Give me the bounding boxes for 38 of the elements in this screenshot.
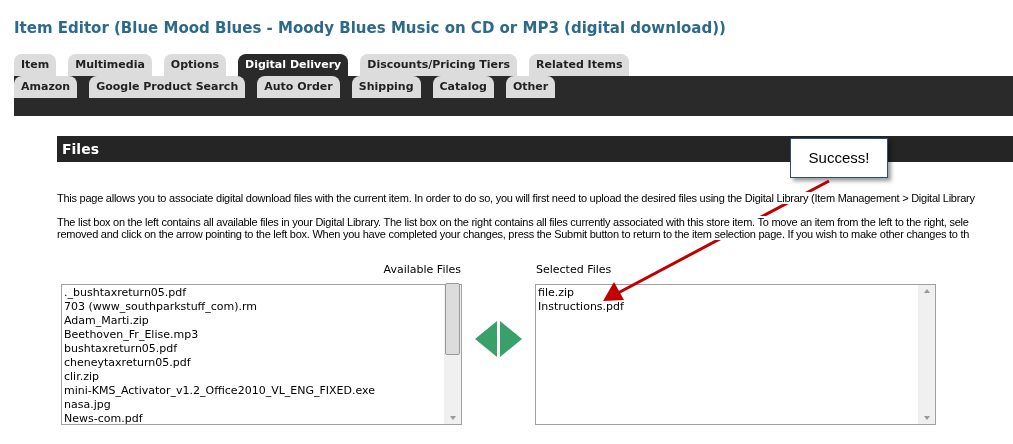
file-list-item[interactable]: nasa.jpg — [64, 398, 444, 412]
tab[interactable]: Shipping — [351, 76, 421, 98]
callout-text: Success! — [808, 147, 870, 168]
tab[interactable]: Related Items — [529, 54, 630, 76]
move-left-button[interactable] — [475, 321, 497, 357]
file-list-item[interactable]: file.zip — [538, 286, 918, 300]
tab[interactable]: Discounts/Pricing Tiers — [360, 54, 518, 76]
file-list-item[interactable]: Adam_Marti.zip — [64, 314, 444, 328]
file-list-item[interactable]: Instructions.pdf — [538, 300, 918, 314]
file-list-item[interactable]: Beethoven_Fr_Elise.mp3 — [64, 328, 444, 342]
scroll-down-icon[interactable] — [449, 416, 456, 420]
tab[interactable]: Options — [163, 54, 227, 76]
scroll-up-icon[interactable] — [923, 289, 930, 293]
file-list-box[interactable]: file.zip Instructions.pdf — [535, 284, 936, 425]
list-label: Available Files — [383, 263, 461, 276]
scrollbar[interactable] — [918, 285, 935, 424]
file-list-item[interactable]: cheneytaxreturn05.pdf — [64, 356, 444, 370]
tab[interactable]: Item — [14, 54, 57, 76]
section-title: Files — [62, 139, 99, 159]
file-list-item[interactable]: clir.zip — [64, 370, 444, 384]
tab[interactable]: Other — [505, 76, 556, 98]
file-list-box[interactable] — [61, 284, 462, 425]
tab[interactable]: Amazon — [14, 76, 78, 98]
file-list-item[interactable]: ._bushtaxreturn05.pdf — [64, 286, 444, 300]
tab[interactable]: Multimedia — [68, 54, 152, 76]
tab[interactable]: Digital Delivery — [238, 54, 349, 76]
scrollbar[interactable] — [444, 285, 461, 424]
file-list-item[interactable]: News-com.pdf — [64, 412, 444, 424]
page-title: Item Editor (Blue Mood Blues - Moody Blues Music on CD or MP3 (digital download)) — [14, 18, 727, 38]
scroll-thumb[interactable] — [445, 283, 460, 355]
file-list-item[interactable]: mini-KMS_Activator_v1.2_Office2010_VL_ENG_FIXED.exe — [64, 384, 444, 398]
tab[interactable]: Google Product Search — [89, 76, 246, 98]
file-list-item[interactable]: 703 (www_southparkstuff_com).rm — [64, 300, 444, 314]
list-label: Selected Files — [536, 263, 612, 276]
tab[interactable]: Auto Order — [257, 76, 340, 98]
scroll-down-icon[interactable] — [923, 416, 930, 420]
file-list-item[interactable]: bushtaxreturn05.pdf — [64, 342, 444, 356]
tab[interactable]: Catalog — [432, 76, 494, 98]
